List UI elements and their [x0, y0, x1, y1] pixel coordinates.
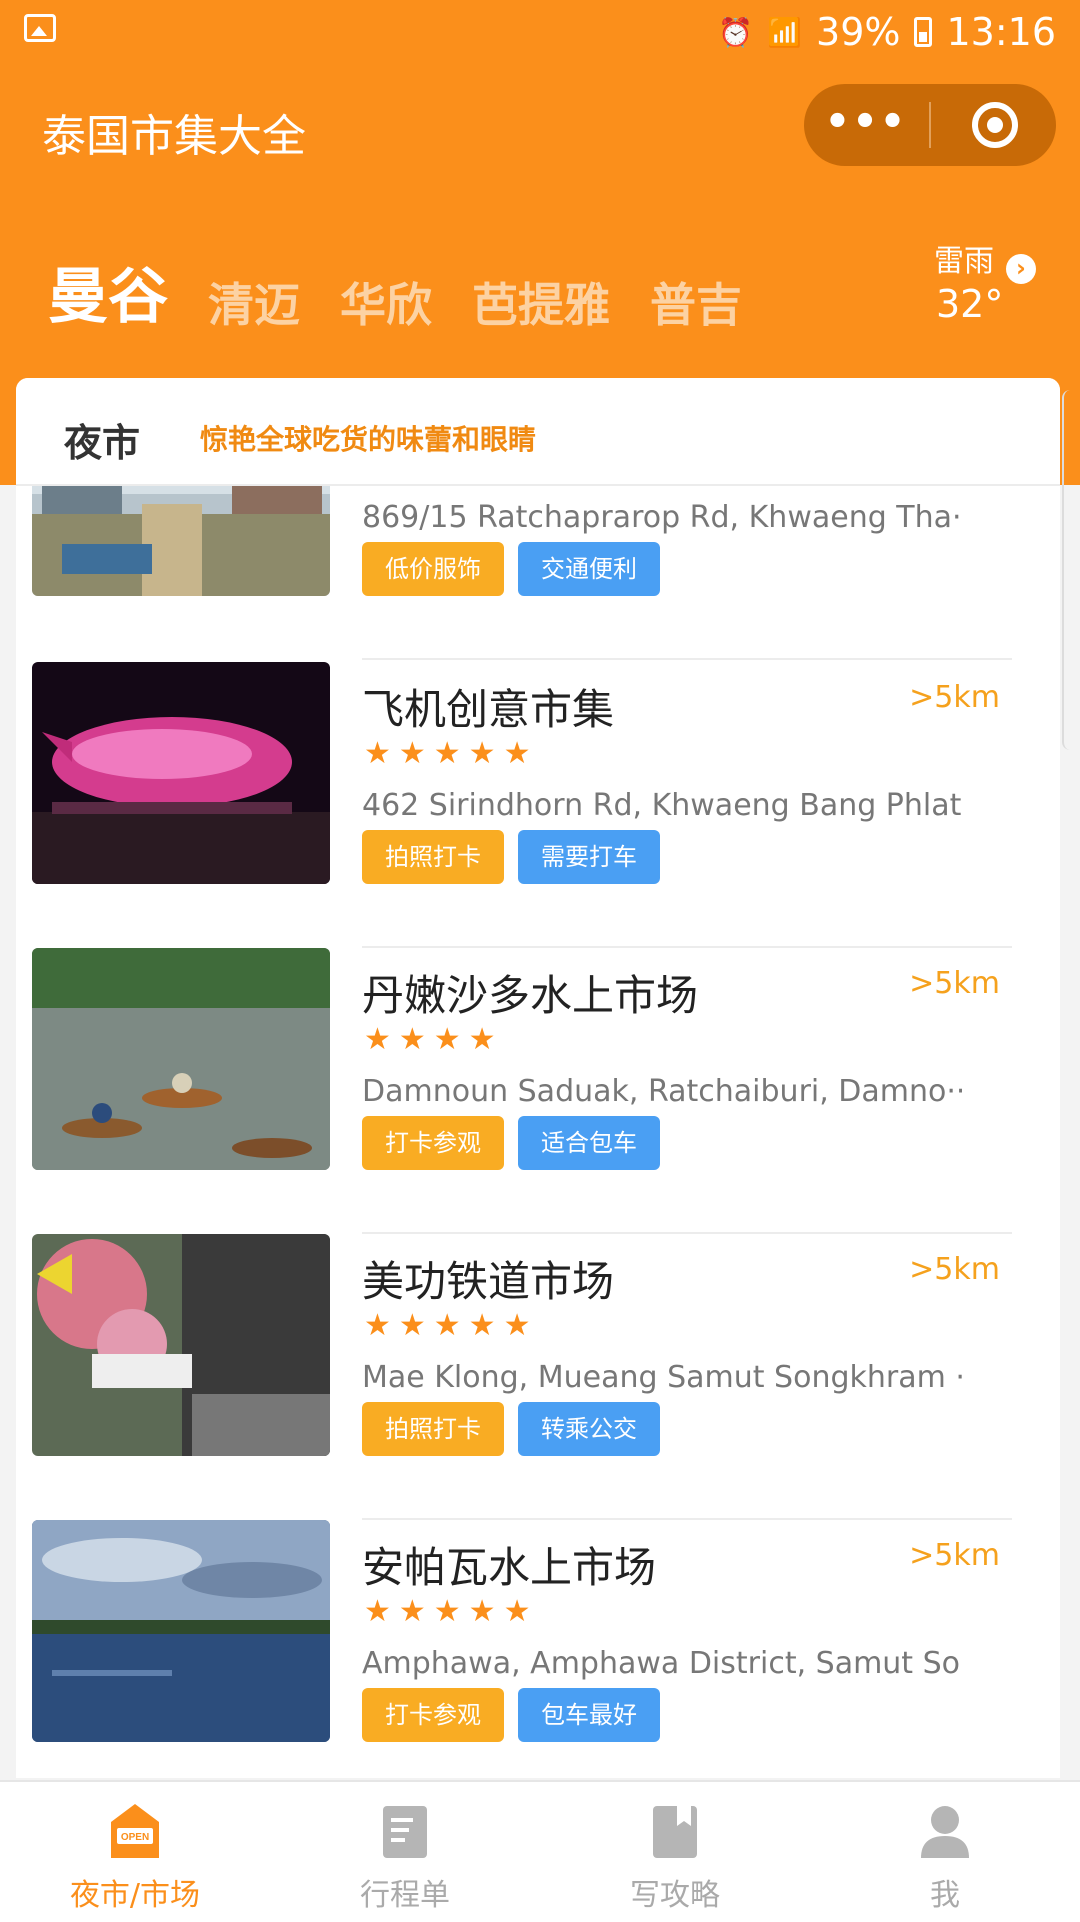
section-slogan: 惊艳全球吃货的味蕾和眼睛: [200, 423, 537, 456]
rating-stars: ★★★★★: [364, 1594, 539, 1629]
nav-item-me[interactable]: 我: [810, 1782, 1080, 1922]
status-bar: ⏰ 📶 39% 13:16: [0, 0, 1080, 64]
document-icon: [377, 1802, 433, 1862]
tag: 拍照打卡: [362, 830, 504, 884]
nav-item-itinerary[interactable]: 行程单: [270, 1782, 540, 1922]
open-shop-icon: OPEN: [107, 1802, 163, 1862]
nav-item-market[interactable]: OPEN 夜市/市场: [0, 1782, 270, 1922]
divider: [362, 658, 1012, 660]
city-tab-phuket[interactable]: 普吉: [650, 269, 742, 328]
more-menu-button[interactable]: •••: [804, 84, 928, 166]
market-photo: [32, 1520, 330, 1742]
weather-condition[interactable]: 雷雨: [934, 236, 994, 280]
capsule-divider: [929, 102, 931, 148]
chevron-right-icon[interactable]: ›: [1006, 254, 1036, 284]
alarm-icon: ⏰: [718, 15, 754, 49]
bottom-nav: OPEN 夜市/市场 行程单 写攻略 我: [0, 1780, 1080, 1922]
market-address: Mae Klong, Mueang Samut Songkhram ···: [362, 1360, 962, 1395]
market-name[interactable]: 安帕瓦水上市场: [362, 1534, 656, 1595]
tag: 打卡参观: [362, 1688, 504, 1742]
market-name[interactable]: 飞机创意市集: [362, 676, 614, 737]
battery-percent: 39%: [816, 10, 901, 54]
list-item[interactable]: 安帕瓦水上市场 >5km ★★★★★ Amphawa, Amphawa Dist…: [16, 1520, 1060, 1778]
market-address: 869/15 Ratchaprarop Rd, Khwaeng Tha···: [362, 500, 962, 535]
city-tabs: 曼谷 清迈 华欣 芭提雅 普吉: [48, 248, 760, 328]
distance: >5km: [909, 680, 1000, 715]
nav-label: 夜市/市场: [69, 1878, 201, 1913]
side-panel-edge: [1062, 390, 1080, 750]
close-target-icon[interactable]: [972, 102, 1018, 148]
section-header: 夜市 惊艳全球吃货的味蕾和眼睛: [16, 378, 1060, 486]
market-address: Amphawa, Amphawa District, Samut So···: [362, 1646, 962, 1681]
gallery-icon: [24, 14, 56, 42]
app-title: 泰国市集大全: [42, 111, 306, 162]
market-photo: [32, 1234, 330, 1456]
status-right: ⏰ 📶 39% 13:16: [718, 8, 1056, 56]
user-icon: [917, 1802, 973, 1862]
market-name[interactable]: 丹嫩沙多水上市场: [362, 962, 698, 1023]
tag: 打卡参观: [362, 1116, 504, 1170]
open-badge-text: OPEN: [121, 1832, 149, 1843]
market-photo: [32, 948, 330, 1170]
rating-stars: ★★★★★: [364, 736, 539, 771]
list-item[interactable]: 飞机创意市集 >5km ★★★★★ 462 Sirindhorn Rd, Khw…: [16, 662, 1060, 948]
battery-icon: [914, 17, 933, 47]
market-card: 夜市 惊艳全球吃货的味蕾和眼睛 869/15 Ratchaprarop Rd, …: [16, 378, 1060, 1778]
nav-label: 写攻略: [630, 1878, 720, 1913]
city-tab-chiangmai[interactable]: 清迈: [208, 269, 300, 328]
list-item[interactable]: 美功铁道市场 >5km ★★★★★ Mae Klong, Mueang Samu…: [16, 1234, 1060, 1520]
miniprogram-capsule: •••: [804, 84, 1056, 166]
weather-temperature[interactable]: 32°: [936, 282, 1003, 326]
wifi-icon: 📶: [767, 15, 803, 49]
tag: 包车最好: [518, 1688, 660, 1742]
section-title: 夜市: [64, 421, 141, 465]
distance: >5km: [909, 966, 1000, 1001]
nav-label: 行程单: [360, 1878, 450, 1913]
market-list[interactable]: 869/15 Ratchaprarop Rd, Khwaeng Tha··· 低…: [16, 486, 1060, 1778]
nav-label: 我: [930, 1878, 960, 1913]
tag: 需要打车: [518, 830, 660, 884]
tag: 适合包车: [518, 1116, 660, 1170]
tag: 转乘公交: [518, 1402, 660, 1456]
market-name[interactable]: 美功铁道市场: [362, 1248, 614, 1309]
nav-item-write-guide[interactable]: 写攻略: [540, 1782, 810, 1922]
clock: 13:16: [946, 10, 1056, 54]
market-address: Damnoun Saduak, Ratchaiburi, Damno···: [362, 1074, 962, 1109]
distance: >5km: [909, 1252, 1000, 1287]
market-photo: [32, 662, 330, 884]
tag: 低价服饰: [362, 542, 504, 596]
bookmark-book-icon: [647, 1802, 703, 1862]
market-address: 462 Sirindhorn Rd, Khwaeng Bang Phlat···: [362, 788, 962, 823]
tag: 交通便利: [518, 542, 660, 596]
list-item[interactable]: 869/15 Ratchaprarop Rd, Khwaeng Tha··· 低…: [16, 486, 1060, 660]
rating-stars: ★★★★: [364, 1022, 504, 1057]
city-tab-bangkok[interactable]: 曼谷: [48, 248, 168, 328]
market-photo: [32, 486, 330, 596]
city-tab-pattaya[interactable]: 芭提雅: [472, 269, 610, 328]
list-item[interactable]: 丹嫩沙多水上市场 >5km ★★★★ Damnoun Saduak, Ratch…: [16, 948, 1060, 1234]
tag: 拍照打卡: [362, 1402, 504, 1456]
city-tab-huahin[interactable]: 华欣: [340, 269, 432, 328]
rating-stars: ★★★★★: [364, 1308, 539, 1343]
distance: >5km: [909, 1538, 1000, 1573]
